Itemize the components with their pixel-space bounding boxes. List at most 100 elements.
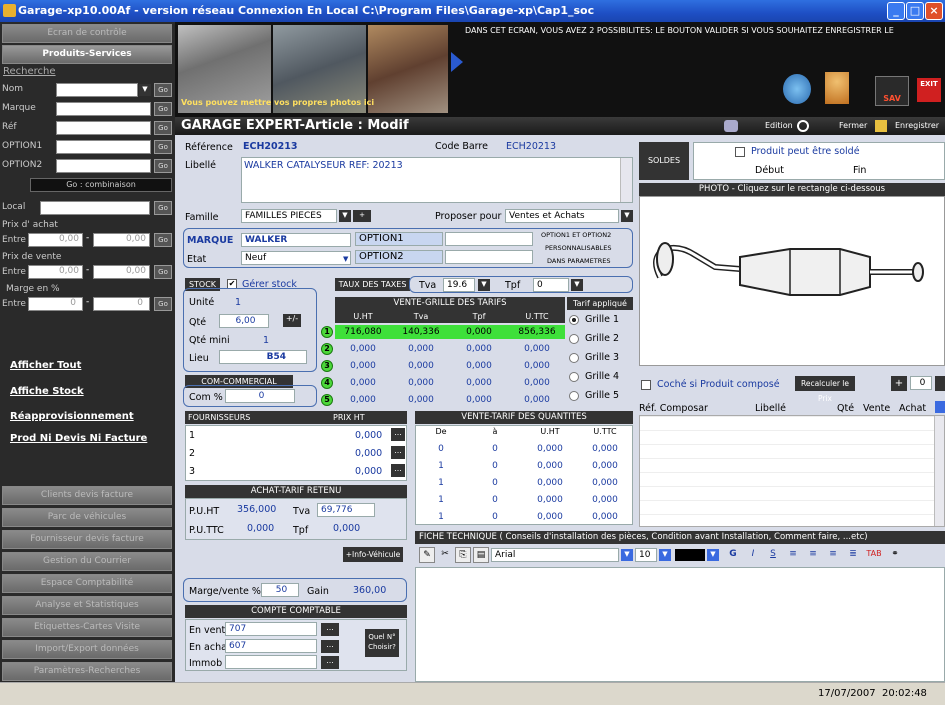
compte-vente-input[interactable]: 707 [225, 622, 317, 636]
prod-ni-devis-link[interactable]: Prod Ni Devis Ni Facture [10, 433, 147, 444]
go-nom-button[interactable]: Go [154, 83, 172, 97]
affiche-stock-link[interactable]: Affiche Stock [10, 386, 84, 397]
q-r1-uht[interactable]: 0,000 [523, 444, 577, 454]
nav-fournisseur[interactable]: Fournisseur devis facture [2, 530, 172, 549]
tpf-dropdown-icon[interactable]: ▼ [571, 279, 583, 291]
color-swatch[interactable] [675, 549, 705, 561]
achat-tpf-value[interactable]: 0,000 [333, 523, 360, 534]
size-select[interactable]: 10 [635, 548, 657, 562]
edition-button[interactable]: Edition [765, 121, 793, 130]
famille-add-icon[interactable]: + [353, 210, 371, 222]
achat-tva-value[interactable]: 69,776 [317, 503, 375, 517]
q-r2-uht[interactable]: 0,000 [523, 461, 577, 471]
compte-immob-browse[interactable]: ... [321, 656, 339, 669]
align-right-icon[interactable]: ≡ [825, 547, 841, 563]
grille-3-radio[interactable] [569, 353, 579, 363]
prix-vente-max-input[interactable]: 0,00 [93, 265, 150, 279]
color-dropdown-icon[interactable]: ▼ [707, 549, 719, 561]
q-r3-uht[interactable]: 0,000 [523, 478, 577, 488]
printer-icon[interactable] [724, 120, 738, 132]
close-button[interactable]: × [925, 2, 943, 20]
info-vehicule-button[interactable]: +Info-Véhicule [343, 547, 403, 562]
nom-dropdown-icon[interactable]: ▼ [139, 84, 151, 96]
q-r5-uht[interactable]: 0,000 [523, 512, 577, 522]
nav-parc-vehicules[interactable]: Parc de véhicules [2, 508, 172, 527]
etat-select[interactable]: Neuf [241, 251, 351, 265]
compte-achat-input[interactable]: 607 [225, 639, 317, 653]
combinaison-button[interactable]: Go : combinaison [30, 178, 172, 192]
option2-input[interactable] [445, 250, 533, 264]
qtemini-value[interactable]: 1 [263, 335, 269, 346]
maximize-button[interactable]: □ [906, 2, 924, 20]
puht-value[interactable]: 356,000 [237, 504, 276, 515]
compte-vente-browse[interactable]: ... [321, 623, 339, 636]
fourn-3-prix[interactable]: 0,000 [355, 466, 382, 477]
marge-input[interactable]: 50 [261, 583, 299, 597]
nav-courrier[interactable]: Gestion du Courrier [2, 552, 172, 571]
cut-icon[interactable]: ✂ [437, 547, 453, 563]
remove-compose-button[interactable] [935, 376, 945, 391]
paste-special-icon[interactable]: ✎ [419, 547, 435, 563]
codebarre-value[interactable]: ECH20213 [506, 141, 556, 152]
tpf-select[interactable]: 0 [533, 278, 569, 292]
compte-achat-browse[interactable]: ... [321, 640, 339, 653]
go-prix-achat-button[interactable]: Go [154, 233, 172, 247]
fiche-editor[interactable] [415, 567, 945, 682]
prix-achat-min-input[interactable]: 0,00 [28, 233, 83, 247]
q-r2-a[interactable]: 0 [469, 461, 521, 471]
go-prix-vente-button[interactable]: Go [154, 265, 172, 279]
nav-parametres[interactable]: Paramètres-Recherches [2, 662, 172, 681]
q-r4-de[interactable]: 1 [415, 495, 467, 505]
save-icon[interactable] [875, 120, 887, 132]
search-option2-input[interactable] [56, 159, 151, 173]
search-ref-input[interactable] [56, 121, 151, 135]
grille-1-radio[interactable] [569, 315, 579, 325]
q-r3-a[interactable]: 0 [469, 478, 521, 488]
libelle-textarea[interactable]: WALKER CATALYSEUR REF: 20213 [241, 157, 633, 203]
fourn-1-prix[interactable]: 0,000 [355, 430, 382, 441]
compose-list-icon[interactable] [935, 401, 945, 413]
fermer-icon[interactable] [797, 120, 809, 132]
etat-dropdown-icon[interactable]: ▼ [343, 255, 348, 263]
fourn-3-browse-button[interactable]: ... [391, 464, 405, 477]
grille-4-radio[interactable] [569, 372, 579, 382]
ecran-controle-button[interactable]: Ecran de contrôle [2, 24, 172, 43]
nav-comptabilite[interactable]: Espace Comptabilité [2, 574, 172, 593]
grille-5-radio[interactable] [569, 391, 579, 401]
link-icon[interactable]: ⚭ [887, 547, 903, 563]
produits-services-button[interactable]: Produits-Services [2, 45, 172, 64]
copy-icon[interactable]: ⎘ [455, 547, 471, 563]
lieu-input[interactable]: B54 [219, 350, 307, 364]
q-r4-a[interactable]: 0 [469, 495, 521, 505]
tva-dropdown-icon[interactable]: ▼ [478, 279, 490, 291]
align-left-icon[interactable]: ≡ [785, 547, 801, 563]
go-marque-button[interactable]: Go [154, 102, 172, 116]
exit-icon[interactable]: EXIT [917, 78, 941, 102]
q-r5-a[interactable]: 0 [469, 512, 521, 522]
add-compose-button[interactable]: + [891, 376, 907, 391]
fourn-2-browse-button[interactable]: ... [391, 446, 405, 459]
proposer-dropdown-icon[interactable]: ▼ [621, 210, 633, 222]
unite-value[interactable]: 1 [235, 297, 241, 308]
recalculer-button[interactable]: Recalculer le Prix [795, 376, 855, 403]
marge-min-input[interactable]: 0 [28, 297, 83, 311]
puttc-value[interactable]: 0,000 [247, 523, 274, 534]
famille-select[interactable]: FAMILLES PIECES [241, 209, 337, 223]
reference-value[interactable]: ECH20213 [243, 141, 297, 152]
go-option2-button[interactable]: Go [154, 159, 172, 173]
grille-r5-uht[interactable]: 0,000 [335, 395, 391, 405]
tab-button[interactable]: TAB [863, 547, 885, 563]
option1-input[interactable] [445, 232, 533, 246]
fermer-button[interactable]: Fermer [839, 121, 867, 130]
qte-input[interactable]: 6,00 [219, 314, 269, 328]
compte-immob-input[interactable] [225, 655, 317, 669]
famille-dropdown-icon[interactable]: ▼ [339, 210, 351, 222]
search-nom-input[interactable] [56, 83, 138, 97]
size-dropdown-icon[interactable]: ▼ [659, 549, 671, 561]
tva-select[interactable]: 19.6 [443, 278, 475, 292]
go-option1-button[interactable]: Go [154, 140, 172, 154]
italic-icon[interactable]: I [745, 547, 761, 563]
soldable-checkbox[interactable] [735, 147, 745, 157]
nav-etiquettes[interactable]: Etiquettes-Cartes Visite [2, 618, 172, 637]
nav-import-export[interactable]: Import/Export données [2, 640, 172, 659]
